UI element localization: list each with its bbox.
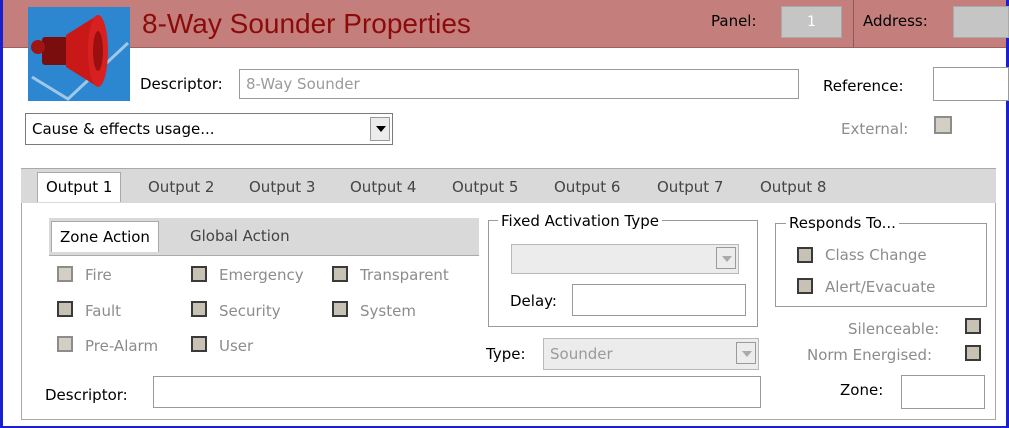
system-label: System — [360, 302, 416, 320]
alert-evacuate-label: Alert/Evacuate — [825, 278, 936, 296]
chevron-down-icon[interactable] — [716, 247, 736, 269]
tab-zone-action[interactable]: Zone Action — [51, 221, 159, 252]
cause-effects-value: Cause & effects usage... — [32, 120, 215, 138]
fault-label: Fault — [85, 302, 121, 320]
tab-output-2[interactable]: Output 2 — [148, 178, 214, 196]
chevron-down-icon[interactable] — [370, 117, 390, 141]
tab-output-6[interactable]: Output 6 — [554, 178, 620, 196]
security-checkbox[interactable] — [191, 301, 207, 317]
transparent-checkbox[interactable] — [332, 266, 348, 282]
delay-input[interactable] — [572, 284, 746, 316]
fixed-activation-title: Fixed Activation Type — [498, 212, 662, 230]
fault-checkbox[interactable] — [57, 301, 73, 317]
descriptor-value: 8-Way Sounder — [246, 75, 360, 93]
user-checkbox[interactable] — [191, 336, 207, 352]
tab-output-3[interactable]: Output 3 — [249, 178, 315, 196]
address-field[interactable] — [953, 6, 1009, 38]
cause-effects-dropdown[interactable]: Cause & effects usage... — [25, 113, 393, 145]
window-title: 8-Way Sounder Properties — [142, 8, 471, 39]
type-dropdown[interactable]: Sounder — [543, 338, 759, 370]
fire-label: Fire — [85, 266, 112, 284]
responds-to-title: Responds To... — [786, 214, 899, 232]
system-checkbox[interactable] — [332, 301, 348, 317]
silenceable-checkbox[interactable] — [965, 318, 981, 334]
emergency-label: Emergency — [219, 266, 304, 284]
tab-output-5[interactable]: Output 5 — [452, 178, 518, 196]
output-descriptor-label: Descriptor: — [45, 386, 128, 404]
pre-alarm-label: Pre-Alarm — [85, 337, 159, 355]
title-separator — [853, 0, 854, 48]
type-value: Sounder — [550, 345, 613, 363]
external-label: External: — [841, 120, 909, 138]
fixed-activation-dropdown[interactable] — [511, 244, 739, 274]
descriptor-input[interactable]: 8-Way Sounder — [239, 69, 799, 99]
panel-number-value: 1 — [807, 14, 816, 30]
class-change-label: Class Change — [825, 246, 927, 264]
zone-input[interactable] — [901, 375, 985, 409]
title-bar: 8-Way Sounder Properties Panel: 1 Addres… — [3, 0, 1009, 48]
output-descriptor-input[interactable] — [153, 376, 761, 408]
norm-energised-label: Norm Energised: — [807, 346, 933, 364]
sounder-device-icon — [28, 7, 130, 101]
tab-output-4[interactable]: Output 4 — [350, 178, 416, 196]
reference-label: Reference: — [823, 77, 904, 95]
zone-label: Zone: — [840, 381, 884, 399]
tab-output-7[interactable]: Output 7 — [657, 178, 723, 196]
user-label: User — [219, 337, 254, 355]
fire-checkbox[interactable] — [57, 266, 73, 282]
pre-alarm-checkbox[interactable] — [57, 336, 73, 352]
chevron-down-icon[interactable] — [736, 342, 756, 364]
panel-label: Panel: — [711, 12, 757, 30]
emergency-checkbox[interactable] — [191, 266, 207, 282]
tab-output-1[interactable]: Output 1 — [37, 172, 122, 202]
norm-energised-checkbox[interactable] — [965, 345, 981, 361]
alert-evacuate-checkbox[interactable] — [797, 278, 813, 294]
external-checkbox[interactable] — [934, 116, 952, 134]
class-change-checkbox[interactable] — [797, 247, 813, 263]
silenceable-label: Silenceable: — [848, 320, 940, 338]
type-label: Type: — [486, 345, 526, 363]
security-label: Security — [219, 302, 281, 320]
panel-number-field[interactable]: 1 — [781, 6, 842, 38]
transparent-label: Transparent — [360, 266, 449, 284]
tab-output-8[interactable]: Output 8 — [760, 178, 826, 196]
address-label: Address: — [863, 12, 928, 30]
properties-window: 8-Way Sounder Properties Panel: 1 Addres… — [0, 0, 1009, 428]
tab-global-action[interactable]: Global Action — [190, 227, 290, 245]
reference-input[interactable] — [933, 67, 1009, 101]
descriptor-label: Descriptor: — [140, 75, 223, 93]
delay-label: Delay: — [510, 292, 557, 310]
